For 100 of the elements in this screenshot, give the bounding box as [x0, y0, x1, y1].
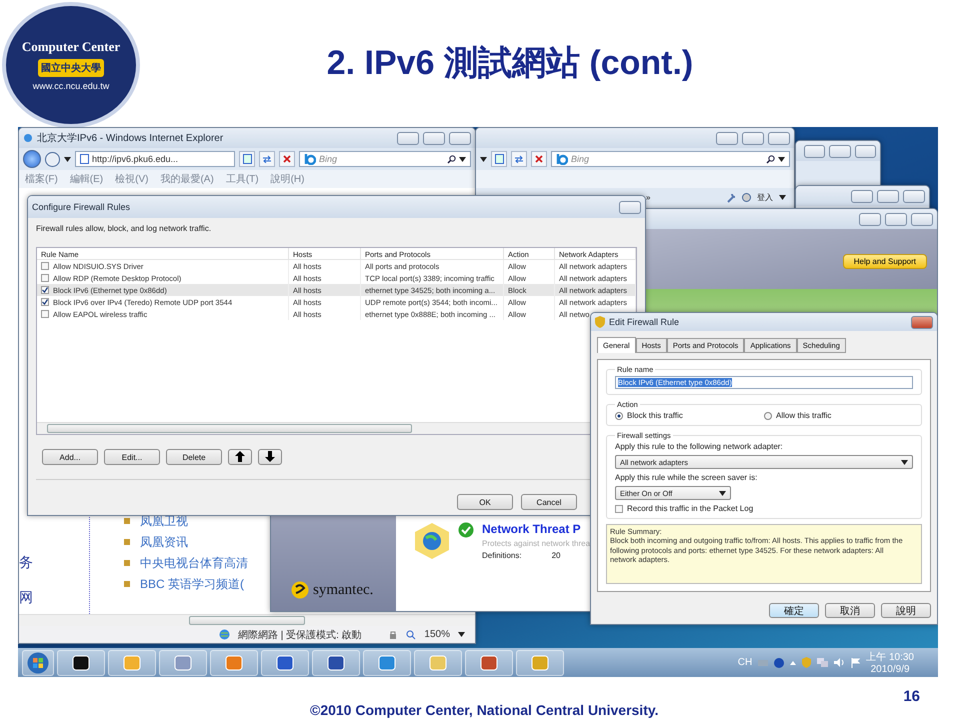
bullet-icon: [124, 539, 130, 545]
close-button[interactable]: [768, 132, 790, 144]
taskbar-button[interactable]: [261, 650, 309, 676]
dialog-description: Firewall rules allow, block, and log network traffic.: [36, 224, 212, 233]
checkbox[interactable]: [41, 310, 49, 318]
zoom-icon: [406, 630, 416, 640]
feature-title[interactable]: Network Threat P: [482, 522, 590, 536]
dialog-button[interactable]: Edit...: [104, 449, 160, 465]
feature-description: Protects against network threa: [482, 539, 590, 548]
checkbox-label: Record this traffic in the Packet Log: [627, 504, 754, 513]
minimize-button[interactable]: [859, 212, 881, 226]
search-placeholder: Bing: [571, 154, 590, 164]
dialog-button[interactable]: 說明: [881, 603, 931, 618]
address-text: http://ipv6.pku6.edu...: [92, 154, 178, 164]
radio-button[interactable]: [615, 412, 623, 420]
checkbox[interactable]: [41, 274, 49, 282]
compatibility-button[interactable]: [239, 151, 255, 167]
logo-badge: 國立中央大學: [38, 59, 104, 77]
bullet-icon: [124, 518, 130, 524]
caret-icon: [719, 490, 726, 496]
dialog-button[interactable]: 確定: [769, 603, 819, 618]
slide-title: 2. IPv6 測試網站 (cont.): [326, 43, 694, 84]
help-button[interactable]: Help and Support: [842, 254, 927, 269]
caret-icon: [458, 632, 465, 637]
checkbox[interactable]: [41, 298, 49, 306]
dialog-button[interactable]: 取消: [825, 603, 875, 618]
minimize-button[interactable]: [804, 144, 826, 158]
move-down-button[interactable]: [258, 449, 282, 465]
bullet-icon: [124, 581, 130, 587]
logo-url: www.cc.ncu.edu.tw: [32, 81, 110, 91]
radio-button[interactable]: [764, 412, 772, 420]
refresh-button[interactable]: [511, 151, 527, 167]
radio-label: Allow this traffic: [776, 411, 832, 420]
dialog-button[interactable]: Cancel: [521, 494, 577, 510]
close-button[interactable]: [911, 212, 933, 226]
checkbox[interactable]: [615, 504, 623, 512]
window-title: 北京大学IPv6 - Windows Internet Explorer: [37, 132, 224, 145]
refresh-button[interactable]: [259, 151, 275, 167]
page-link[interactable]: 凤凰资讯: [140, 535, 188, 549]
maximize-button[interactable]: [885, 212, 907, 226]
close-button[interactable]: [619, 200, 641, 214]
back-button[interactable]: [23, 150, 41, 168]
close-button[interactable]: [911, 316, 933, 328]
checkbox[interactable]: [41, 286, 49, 294]
stop-button[interactable]: [279, 151, 295, 167]
search-field[interactable]: Bing: [299, 151, 471, 167]
dialog-title: Edit Firewall Rule: [609, 317, 680, 327]
logo-icon: [556, 153, 568, 165]
brand-name: symantec.: [313, 582, 374, 599]
definitions-label: Definitions:: [482, 551, 522, 560]
minimize-button[interactable]: [397, 132, 419, 144]
page-number: 16: [903, 688, 920, 705]
stop-button[interactable]: [531, 151, 547, 167]
speaker-icon: [834, 658, 846, 667]
arrow-up-icon: [235, 450, 245, 462]
move-up-button[interactable]: [228, 449, 252, 465]
start-button[interactable]: [22, 650, 54, 676]
search-field[interactable]: Bing: [551, 151, 790, 167]
taskbar-button[interactable]: [312, 650, 360, 676]
dialog-button[interactable]: OK: [457, 494, 513, 510]
search-icon: [766, 154, 775, 164]
footer-text: ©2010 Computer Center, National Central University.: [310, 702, 658, 718]
maximize-button[interactable]: [423, 132, 445, 144]
taskbar-button[interactable]: [57, 650, 105, 676]
dialog-button[interactable]: Delete: [166, 449, 222, 465]
address-field[interactable]: http://ipv6.pku6.edu...: [75, 151, 235, 167]
horizontal-scrollbar[interactable]: [19, 614, 475, 626]
dialog-title: Configure Firewall Rules: [32, 202, 130, 212]
zoom-level[interactable]: 150%: [424, 629, 450, 640]
arrow-down-icon: [265, 450, 275, 462]
caret-icon: [480, 156, 487, 162]
close-button[interactable]: [903, 190, 925, 202]
page-icon: [242, 154, 252, 164]
dialog-button[interactable]: Add...: [42, 449, 98, 465]
close-button[interactable]: [449, 132, 471, 144]
close-button[interactable]: [854, 144, 876, 158]
page-text: 务: [19, 554, 33, 572]
minimize-button[interactable]: [851, 190, 873, 202]
more-button[interactable]: »: [646, 193, 650, 202]
field-label: Apply this rule to the following network adapter:: [615, 442, 784, 451]
bullet-icon: [124, 560, 130, 566]
minimize-button[interactable]: [716, 132, 738, 144]
arrows-icon: [262, 155, 272, 163]
close-icon: [535, 155, 543, 163]
status-text: 網際網路 | 受保護模式: 啟動: [238, 628, 362, 642]
windows-logo-icon: [27, 652, 49, 674]
search-placeholder: Bing: [319, 154, 338, 164]
maximize-button[interactable]: [742, 132, 764, 144]
page-link[interactable]: BBC 英语学习频道(: [140, 577, 244, 591]
logo-name: Computer Center: [22, 39, 120, 55]
field-label: Apply this rule while the screen saver is:: [615, 473, 758, 482]
maximize-button[interactable]: [829, 144, 851, 158]
page-icon: [80, 154, 89, 164]
login-button[interactable]: 登入: [757, 192, 773, 203]
forward-button[interactable]: [45, 152, 60, 166]
compatibility-button[interactable]: [491, 151, 507, 167]
page-link[interactable]: 中央电视台体育高清: [140, 556, 248, 570]
checkbox[interactable]: [41, 262, 49, 270]
caret-icon: [459, 156, 466, 162]
maximize-button[interactable]: [877, 190, 899, 202]
